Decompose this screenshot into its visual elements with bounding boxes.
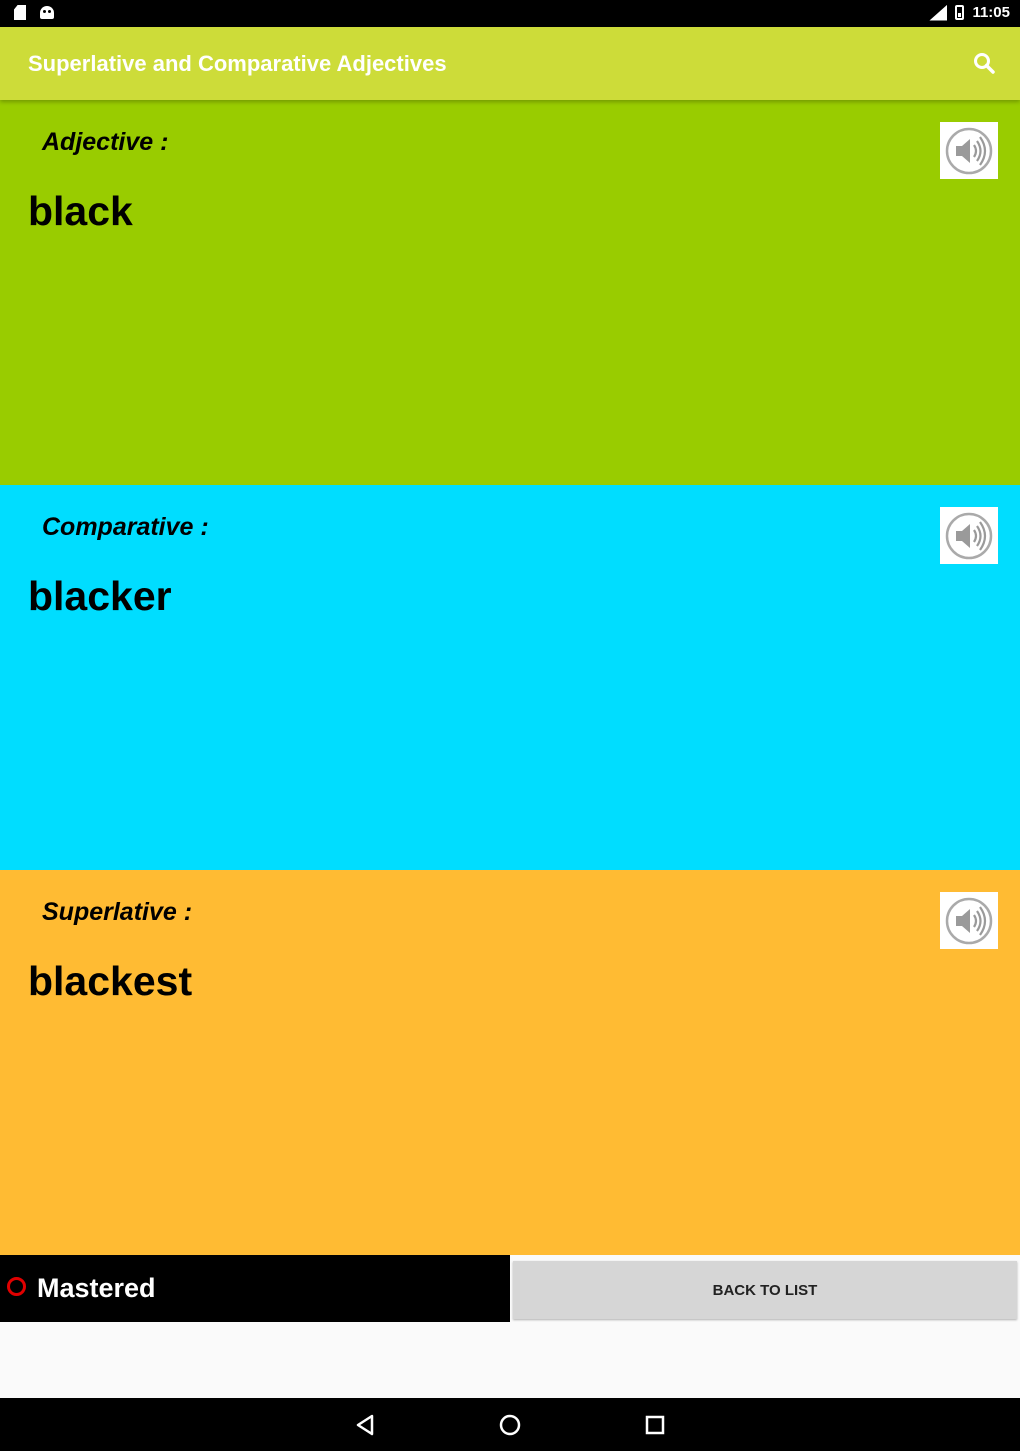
search-icon bbox=[974, 53, 995, 74]
search-button[interactable] bbox=[970, 49, 1000, 79]
nav-bar bbox=[0, 1398, 1020, 1451]
comparative-label: Comparative : bbox=[42, 513, 209, 541]
app-title: Superlative and Comparative Adjectives bbox=[28, 51, 447, 76]
adjective-section: Adjective : black bbox=[0, 100, 1020, 485]
speaker-icon bbox=[945, 897, 993, 944]
superlative-speaker-button[interactable] bbox=[940, 892, 998, 949]
recents-square-icon bbox=[645, 1415, 665, 1435]
back-triangle-icon bbox=[356, 1414, 374, 1436]
home-circle-icon bbox=[499, 1414, 521, 1436]
adjective-word: black bbox=[28, 188, 133, 234]
sd-card-icon bbox=[14, 5, 26, 20]
status-left-icons bbox=[14, 5, 54, 20]
superlative-section: Superlative : blackest bbox=[0, 870, 1020, 1255]
status-bar: 11:05 bbox=[0, 0, 1020, 27]
nav-home-button[interactable] bbox=[495, 1410, 525, 1440]
radio-unchecked-icon[interactable] bbox=[7, 1277, 26, 1296]
superlative-word: blackest bbox=[28, 958, 193, 1004]
blank-area bbox=[0, 1322, 1020, 1398]
nav-back-button[interactable] bbox=[350, 1410, 380, 1440]
superlative-label: Superlative : bbox=[42, 898, 193, 926]
status-time: 11:05 bbox=[972, 4, 1010, 21]
comparative-word: blacker bbox=[28, 573, 172, 619]
battery-icon bbox=[955, 5, 965, 20]
speaker-icon bbox=[945, 512, 993, 559]
nav-recents-button[interactable] bbox=[640, 1410, 670, 1440]
back-to-list-button[interactable]: BACK TO LIST bbox=[513, 1261, 1017, 1319]
adjective-label: Adjective : bbox=[42, 128, 169, 156]
comparative-speaker-button[interactable] bbox=[940, 507, 998, 564]
android-icon bbox=[40, 6, 54, 19]
status-right-icons: 11:05 bbox=[929, 4, 1010, 21]
speaker-icon bbox=[945, 127, 993, 174]
app-bar: Superlative and Comparative Adjectives bbox=[0, 27, 1020, 100]
comparative-section: Comparative : blacker bbox=[0, 485, 1020, 870]
adjective-speaker-button[interactable] bbox=[940, 122, 998, 179]
signal-icon bbox=[929, 4, 948, 21]
mastered-radio[interactable]: Mastered bbox=[0, 1255, 510, 1322]
mastered-label: Mastered bbox=[37, 1273, 156, 1303]
